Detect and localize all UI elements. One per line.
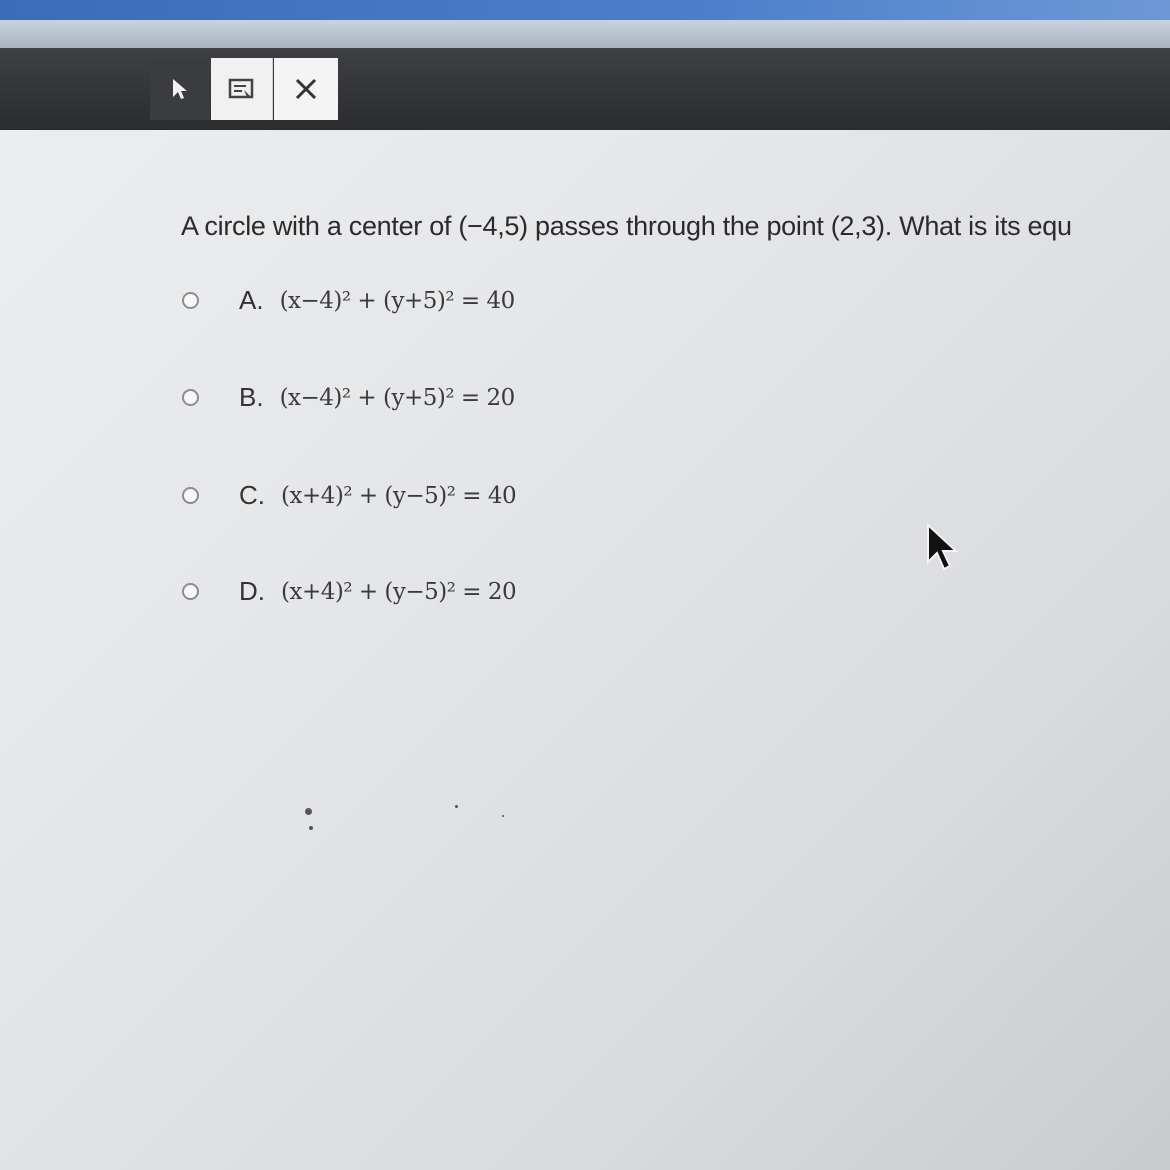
mouse-cursor-icon (927, 522, 959, 571)
screen-speck (455, 805, 458, 808)
window-header-bar (0, 20, 1170, 48)
screen-speck (305, 808, 312, 815)
notepad-tool-button[interactable] (211, 58, 273, 120)
radio-button-a[interactable] (182, 292, 199, 309)
option-equation: (x−4)² + (y+5)² = 20 (279, 384, 516, 411)
close-tool-button[interactable] (274, 58, 338, 120)
window-top-strip (0, 0, 1170, 20)
radio-button-c[interactable] (182, 487, 199, 504)
option-letter: D. (239, 576, 265, 606)
option-letter: B. (239, 382, 264, 412)
screen-speck (309, 826, 313, 830)
option-equation: (x+4)² + (y−5)² = 40 (281, 482, 517, 509)
option-letter: A. (239, 285, 264, 315)
answer-option-d[interactable]: D. (x+4)² + (y−5)² = 20 (182, 576, 517, 607)
close-icon (295, 78, 317, 100)
test-toolbar (0, 48, 1170, 130)
option-equation: (x+4)² + (y−5)² = 20 (281, 578, 517, 605)
pointer-arrow-icon (173, 79, 187, 99)
answer-option-a[interactable]: A. (x−4)² + (y+5)² = 40 (182, 285, 515, 316)
pointer-tool-button[interactable] (150, 58, 210, 120)
answer-option-c[interactable]: C. (x+4)² + (y−5)² = 40 (182, 480, 517, 511)
option-letter: C. (239, 480, 265, 510)
notepad-icon (228, 78, 253, 99)
question-text: A circle with a center of (−4,5) passes … (181, 211, 1072, 241)
answer-option-b[interactable]: B. (x−4)² + (y+5)² = 20 (182, 382, 515, 413)
radio-button-b[interactable] (182, 389, 199, 406)
option-equation: (x−4)² + (y+5)² = 40 (279, 287, 516, 314)
screen-speck (502, 815, 504, 817)
radio-button-d[interactable] (182, 583, 199, 600)
